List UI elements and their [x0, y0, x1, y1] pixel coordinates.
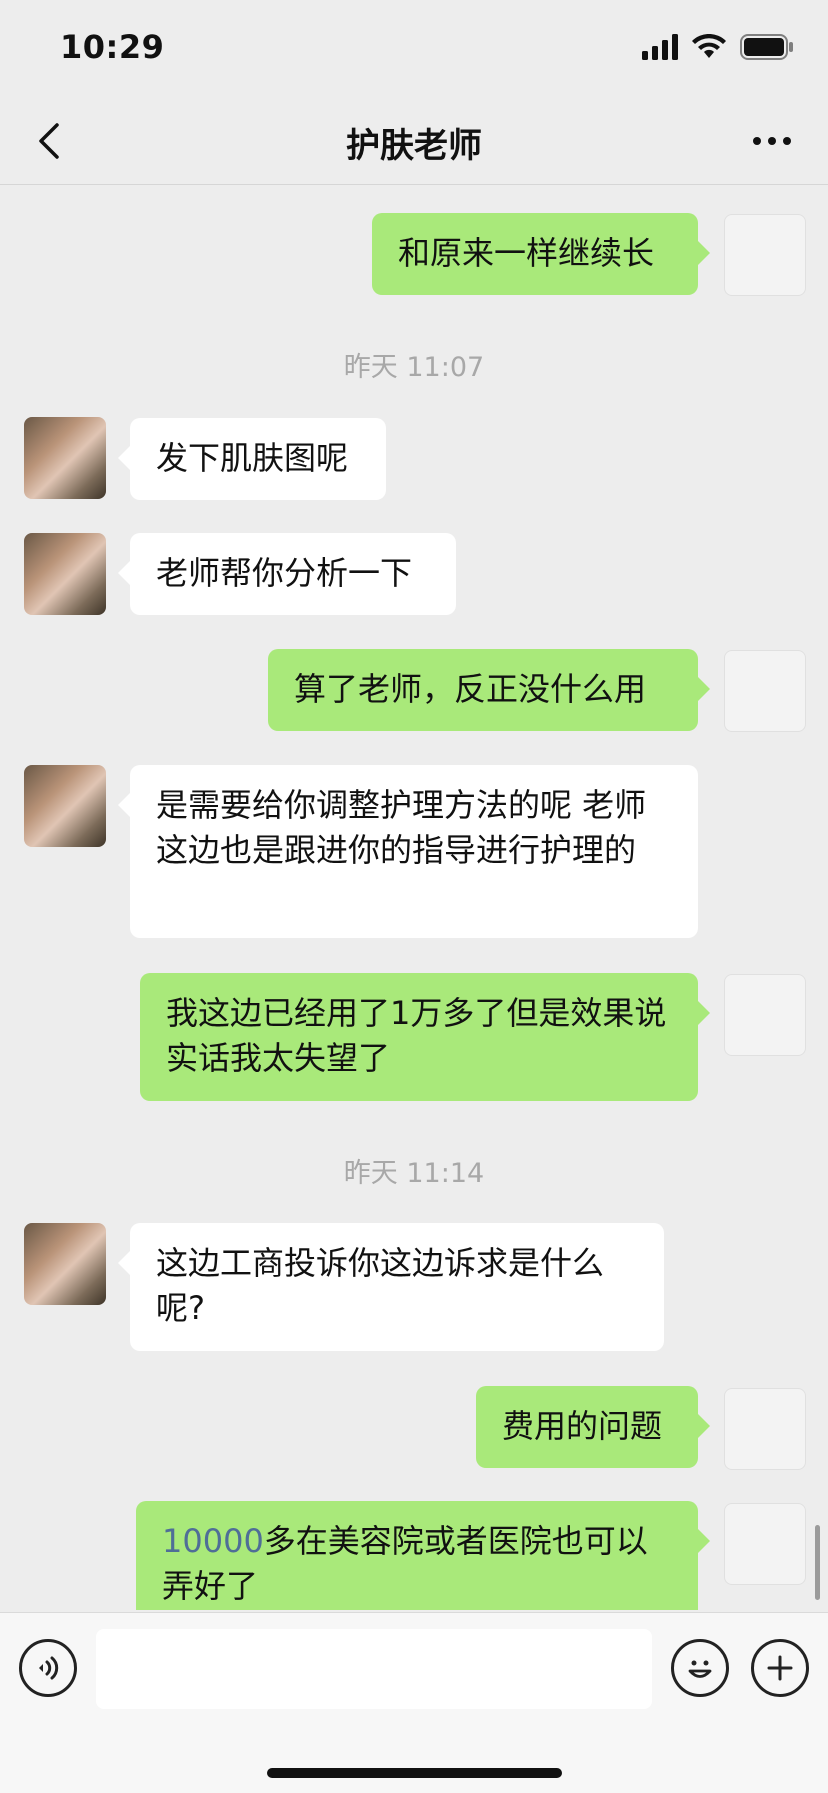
teacher-avatar[interactable]: [24, 765, 106, 847]
message-text: 老师帮你分析一下: [156, 554, 413, 592]
received-message-bubble[interactable]: 老师帮你分析一下: [118, 533, 456, 615]
sent-message-bubble[interactable]: 费用的问题: [476, 1386, 710, 1468]
system-icons: [642, 34, 794, 60]
wifi-icon: [692, 34, 726, 58]
my-avatar[interactable]: [724, 1503, 806, 1585]
status-bar: 10:29: [0, 0, 828, 100]
timestamp: 昨天 11:14: [343, 1158, 485, 1189]
received-message-bubble[interactable]: 这边工商投诉你这边诉求是什么呢?: [118, 1223, 664, 1351]
message-text: 费用的问题: [502, 1407, 663, 1445]
input-bar: [0, 1612, 828, 1793]
sent-message-bubble[interactable]: 我这边已经用了1万多了但是效果说实话我太失望了: [140, 973, 710, 1101]
battery-icon: [740, 34, 793, 60]
chat-list[interactable]: 和原来一样继续长 昨天 11:07 发下肌肤图呢 老师帮你分析一下 算了老师，反…: [0, 185, 828, 1610]
my-avatar[interactable]: [724, 974, 806, 1056]
signal-icon: [642, 34, 678, 60]
message-text: 我这边已经用了1万多了但是效果说实话我太失望了: [166, 994, 667, 1077]
my-avatar[interactable]: [724, 650, 806, 732]
sent-message-bubble[interactable]: 算了老师，反正没什么用: [268, 649, 710, 731]
voice-icon: [39, 1656, 59, 1680]
received-message-bubble[interactable]: 发下肌肤图呢: [118, 418, 386, 500]
more-icon: [753, 137, 791, 145]
home-indicator[interactable]: [267, 1768, 562, 1778]
my-avatar[interactable]: [724, 214, 806, 296]
scrollbar[interactable]: [815, 1525, 820, 1600]
emoji-icon: [688, 1660, 712, 1678]
message-text: 是需要给你调整护理方法的呢 老师这边也是跟进你的指导进行护理的: [156, 786, 647, 869]
timestamp: 昨天 11:07: [343, 352, 485, 383]
sent-message-bubble[interactable]: 和原来一样继续长: [372, 213, 710, 295]
nav-bar: 护肤老师: [0, 100, 828, 185]
teacher-avatar[interactable]: [24, 1223, 106, 1305]
plus-icon: [767, 1655, 793, 1681]
teacher-avatar[interactable]: [24, 533, 106, 615]
message-text: 算了老师，反正没什么用: [294, 670, 647, 708]
page-title: 护肤老师: [346, 126, 482, 166]
my-avatar[interactable]: [724, 1388, 806, 1470]
more-button[interactable]: [742, 114, 802, 168]
link-number[interactable]: 10000: [162, 1522, 264, 1560]
message-text: 和原来一样继续长: [398, 234, 655, 272]
emoji-button[interactable]: [671, 1639, 729, 1697]
message-input[interactable]: [96, 1629, 652, 1709]
message-text: 这边工商投诉你这边诉求是什么呢?: [156, 1244, 605, 1327]
received-message-bubble[interactable]: 是需要给你调整护理方法的呢 老师这边也是跟进你的指导进行护理的: [118, 765, 698, 938]
plus-button[interactable]: [751, 1639, 809, 1697]
message-text: 发下肌肤图呢: [156, 439, 349, 477]
teacher-avatar[interactable]: [24, 417, 106, 499]
sent-message-bubble[interactable]: 10000多在美容院或者医院也可以弄好了: [136, 1501, 710, 1610]
voice-button[interactable]: [19, 1639, 77, 1697]
status-time: 10:29: [60, 28, 165, 66]
